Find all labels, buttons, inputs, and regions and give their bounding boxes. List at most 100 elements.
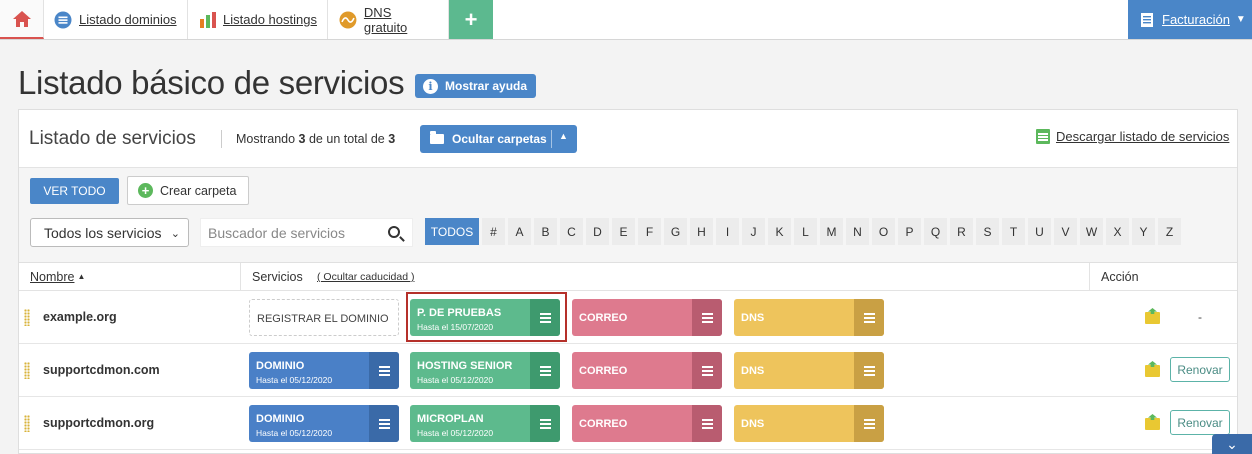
drag-handle-icon[interactable] — [24, 362, 30, 379]
move-to-folder-icon[interactable] — [1145, 418, 1160, 430]
letter-filter-button[interactable]: U — [1028, 218, 1051, 245]
letter-filter-button[interactable]: # — [482, 218, 505, 245]
download-label: Descargar listado de servicios — [1056, 129, 1230, 144]
letter-filter-button[interactable]: F — [638, 218, 661, 245]
service-card-dns[interactable]: DNS — [734, 405, 884, 442]
card-title: DNS — [741, 418, 765, 430]
renew-button[interactable]: Renovar — [1170, 410, 1230, 435]
letter-filter-button[interactable]: R — [950, 218, 973, 245]
facturacion-menu[interactable]: Facturación ▼ — [1128, 0, 1252, 39]
service-card-dns[interactable]: DNS — [734, 299, 884, 336]
letter-filter-all[interactable]: TODOS — [425, 218, 479, 245]
home-tab[interactable] — [0, 0, 44, 39]
drag-handle-icon[interactable] — [24, 415, 30, 432]
view-all-button[interactable]: VER TODO — [30, 178, 119, 204]
move-to-folder-icon[interactable] — [1145, 312, 1160, 324]
hide-folders-label: Ocultar carpetas — [452, 132, 547, 146]
letter-filter-button[interactable]: S — [976, 218, 999, 245]
service-card-dominio[interactable]: DOMINIO Hasta el 05/12/2020 — [249, 352, 399, 389]
renew-button[interactable]: Renovar — [1170, 357, 1230, 382]
chevron-icon[interactable]: ⌄ — [1212, 434, 1252, 454]
register-domain-card[interactable]: REGISTRAR EL DOMINIO — [249, 299, 399, 336]
tab-dns-gratuito[interactable]: DNS gratuito — [329, 0, 449, 39]
letter-filter-button[interactable]: T — [1002, 218, 1025, 245]
show-help-button[interactable]: i Mostrar ayuda — [415, 74, 536, 98]
service-card-trial[interactable]: P. DE PRUEBAS Hasta el 15/07/2020 — [410, 299, 560, 336]
service-filter-select[interactable]: Todos los servicios ⌄ — [30, 218, 189, 247]
tab-listado-hostings[interactable]: Listado hostings — [189, 0, 328, 39]
document-icon — [1141, 12, 1153, 27]
letter-filter-button[interactable]: C — [560, 218, 583, 245]
tab-label: DNS gratuito — [363, 4, 408, 35]
showing-total: 3 — [388, 132, 396, 146]
letter-filter-button[interactable]: L — [794, 218, 817, 245]
domain-name: supportcdmon.com — [43, 363, 160, 377]
letter-filter-button[interactable]: Q — [924, 218, 947, 245]
letter-filter-button[interactable]: J — [742, 218, 765, 245]
search-icon[interactable] — [388, 226, 400, 238]
menu-icon[interactable] — [369, 352, 399, 389]
service-card-correo[interactable]: CORREO — [572, 405, 722, 442]
service-card-dns[interactable]: DNS — [734, 352, 884, 389]
card-title: CORREO — [579, 365, 628, 377]
letter-filter-button[interactable]: E — [612, 218, 635, 245]
letter-filter-button[interactable]: P — [898, 218, 921, 245]
menu-icon[interactable] — [530, 352, 560, 389]
menu-icon[interactable] — [530, 299, 560, 336]
menu-icon[interactable] — [854, 352, 884, 389]
letter-filter-button[interactable]: Z — [1158, 218, 1181, 245]
move-to-folder-icon[interactable] — [1145, 365, 1160, 377]
divider — [221, 130, 222, 148]
letter-filter-button[interactable]: D — [586, 218, 609, 245]
table-row: supportcdmon.com DOMINIO Hasta el 05/12/… — [19, 344, 1237, 397]
sort-by-name[interactable]: Nombre ▲ — [30, 270, 85, 284]
table-row: example.org REGISTRAR EL DOMINIO P. DE P… — [19, 291, 1237, 344]
showing-count: 3 — [298, 132, 306, 146]
menu-icon[interactable] — [854, 299, 884, 336]
create-folder-button[interactable]: + Crear carpeta — [127, 176, 249, 205]
letter-filter-button[interactable]: Y — [1132, 218, 1155, 245]
service-card-hosting[interactable]: MICROPLAN Hasta el 05/12/2020 — [410, 405, 560, 442]
download-services-link[interactable]: Descargar listado de servicios — [1036, 129, 1229, 144]
filter-toolbar: VER TODO + Crear carpeta Todos los servi… — [19, 168, 1237, 263]
letter-filter-button[interactable]: A — [508, 218, 531, 245]
search-input[interactable]: Buscador de servicios — [200, 218, 413, 247]
table-row: supportcdmon.org DOMINIO Hasta el 05/12/… — [19, 397, 1237, 450]
card-title: HOSTING SENIOR — [417, 360, 513, 372]
service-card-correo[interactable]: CORREO — [572, 352, 722, 389]
letter-filter-button[interactable]: N — [846, 218, 869, 245]
info-icon: i — [423, 78, 438, 94]
letter-filter-button[interactable]: V — [1054, 218, 1077, 245]
letter-filter-button[interactable]: W — [1080, 218, 1103, 245]
menu-icon[interactable] — [692, 405, 722, 442]
letter-filter-button[interactable]: X — [1106, 218, 1129, 245]
card-expiry: Hasta el 05/12/2020 — [417, 375, 494, 385]
menu-icon[interactable] — [369, 405, 399, 442]
service-card-dominio[interactable]: DOMINIO Hasta el 05/12/2020 — [249, 405, 399, 442]
letter-filter-button[interactable]: G — [664, 218, 687, 245]
service-card-correo[interactable]: CORREO — [572, 299, 722, 336]
hide-folders-button[interactable]: Ocultar carpetas ▲ — [420, 125, 577, 153]
tab-listado-dominios[interactable]: Listado dominios — [44, 0, 188, 39]
top-tab-bar: Listado dominios Listado hostings DNS gr… — [0, 0, 1252, 40]
card-title: DNS — [741, 312, 765, 324]
letter-filter-button[interactable]: I — [716, 218, 739, 245]
menu-icon[interactable] — [530, 405, 560, 442]
letter-filter-button[interactable]: H — [690, 218, 713, 245]
letter-filter-button[interactable]: B — [534, 218, 557, 245]
card-title: CORREO — [579, 418, 628, 430]
menu-icon[interactable] — [692, 352, 722, 389]
letter-filter-button[interactable]: M — [820, 218, 843, 245]
menu-icon[interactable] — [692, 299, 722, 336]
divider — [240, 263, 241, 291]
domain-name: example.org — [43, 310, 117, 324]
hide-expiry-link[interactable]: ( Ocultar caducidad ) — [317, 271, 414, 283]
letter-filter-button[interactable]: K — [768, 218, 791, 245]
letter-filter-button[interactable]: O — [872, 218, 895, 245]
service-card-hosting[interactable]: HOSTING SENIOR Hasta el 05/12/2020 — [410, 352, 560, 389]
caret-down-icon: ▼ — [1235, 14, 1246, 25]
menu-icon[interactable] — [854, 405, 884, 442]
add-tab-button[interactable]: + — [449, 0, 493, 39]
divider — [551, 130, 552, 148]
drag-handle-icon[interactable] — [24, 309, 30, 326]
